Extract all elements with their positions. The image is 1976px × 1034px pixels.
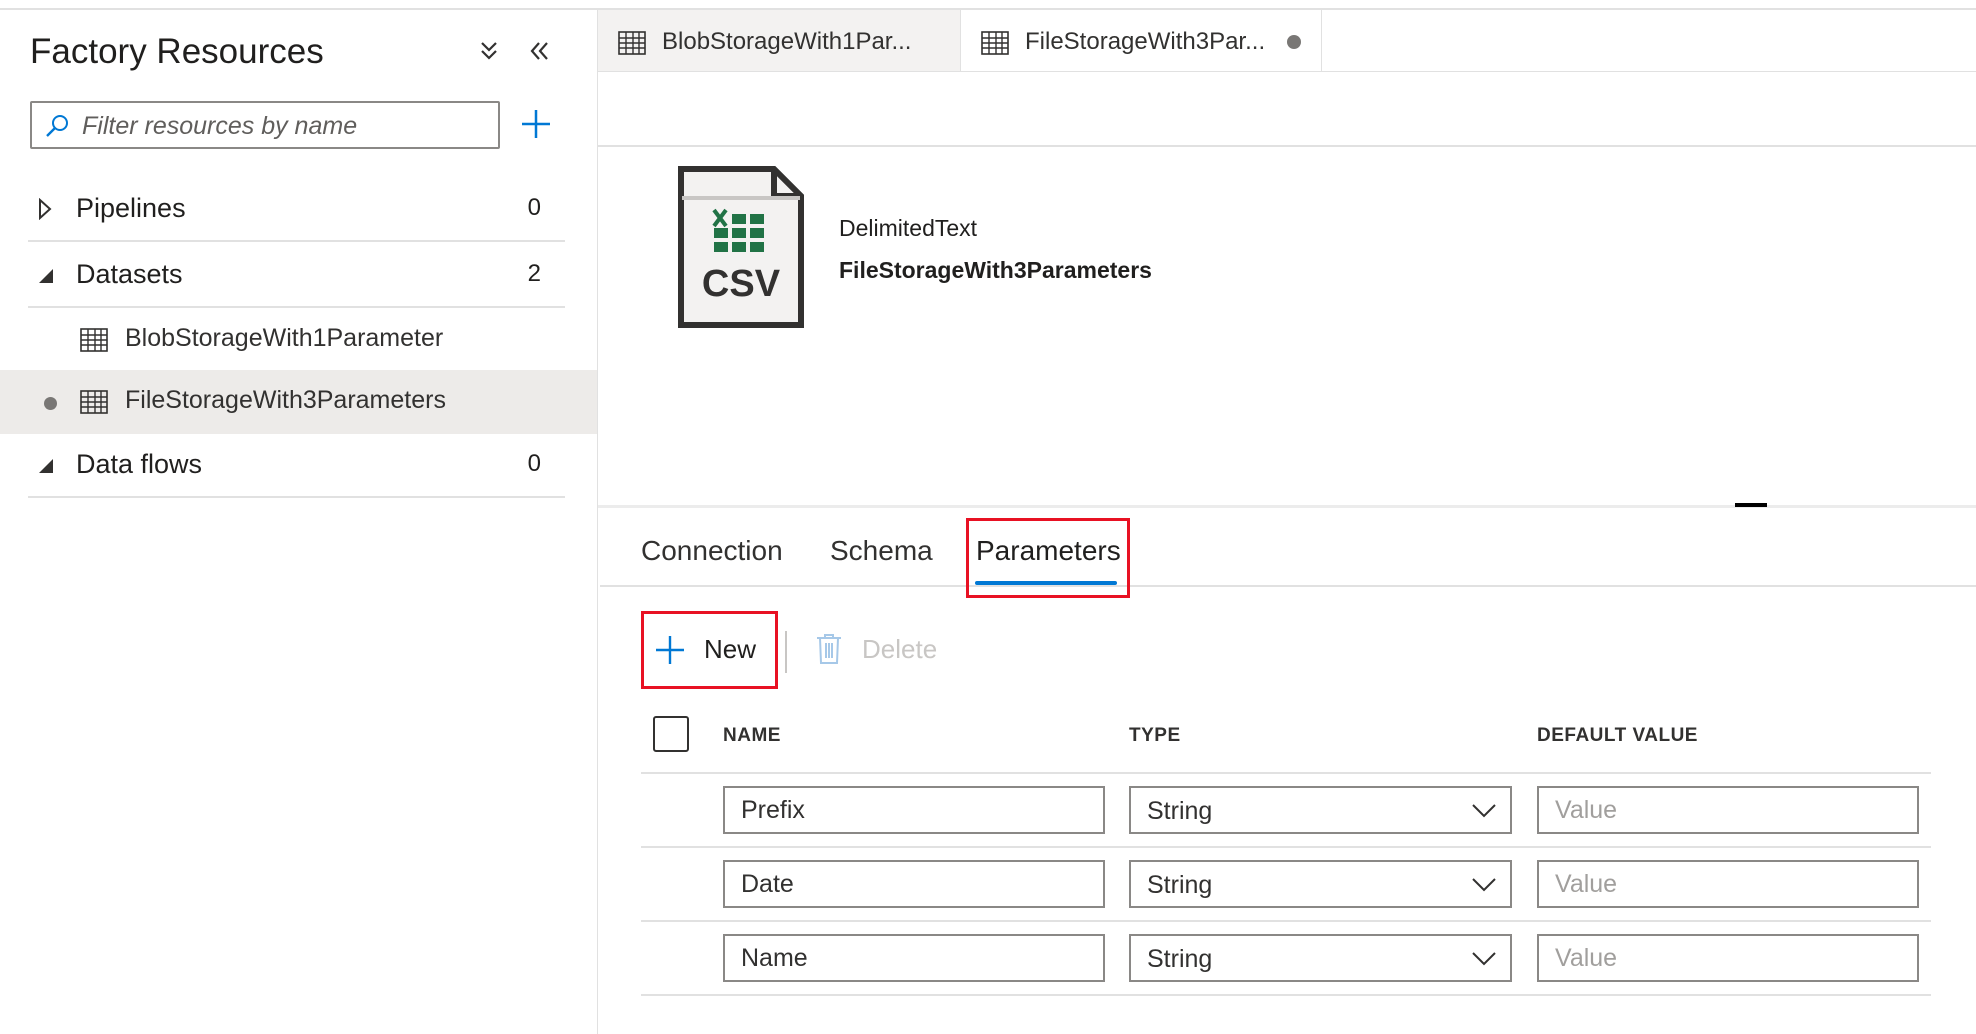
tab-parameters[interactable]: Parameters [976, 535, 1121, 567]
parameter-name-input[interactable] [723, 786, 1105, 834]
tab-label: BlobStorageWith1Par... [662, 28, 912, 55]
table-icon [80, 328, 108, 357]
tabs-divider [598, 71, 1976, 72]
delete-label: Delete [862, 634, 938, 664]
tree-group-datasets[interactable]: Datasets 2 [28, 244, 565, 308]
command-separator [785, 631, 787, 673]
search-icon [44, 113, 70, 144]
dataset-item-blob[interactable]: BlobStorageWith1Parameter [0, 308, 597, 372]
parameter-type-select[interactable]: String [1129, 786, 1512, 834]
parameter-name-input[interactable] [723, 934, 1105, 982]
row-divider [641, 772, 1931, 774]
plus-icon [655, 635, 685, 670]
table-icon [618, 31, 646, 60]
column-header-name: NAME [723, 725, 781, 746]
row-divider [641, 994, 1931, 996]
caret-down-icon [38, 458, 54, 479]
tab-blobstorage[interactable]: BlobStorageWith1Par... [598, 10, 960, 72]
parameter-default-input[interactable] [1537, 934, 1919, 982]
csv-file-icon: CSV [678, 166, 804, 333]
csv-icon-text: CSV [702, 263, 781, 305]
new-label: New [704, 634, 757, 664]
tree-group-count: 0 [527, 194, 541, 221]
unsaved-dot-icon [44, 397, 57, 410]
panel-splitter [598, 505, 1976, 508]
parameter-type-value: String [1147, 945, 1213, 973]
minimize-panel-icon[interactable] [528, 40, 550, 67]
panel-title: Factory Resources [30, 32, 324, 71]
dataset-label: BlobStorageWith1Parameter [125, 324, 444, 352]
parameter-type-select[interactable]: String [1129, 934, 1512, 982]
parameter-default-input[interactable] [1537, 786, 1919, 834]
tree-group-dataflows[interactable]: Data flows 0 [28, 434, 565, 498]
tree-group-count: 2 [527, 260, 541, 287]
tab-label: FileStorageWith3Par... [1025, 28, 1266, 55]
caret-right-icon [38, 197, 52, 225]
add-resource-icon[interactable] [520, 108, 552, 145]
dataset-name: FileStorageWith3Parameters [839, 257, 1152, 283]
new-parameter-button[interactable]: New [655, 633, 765, 669]
tab-connection[interactable]: Connection [641, 535, 783, 567]
tree-group-count: 0 [527, 450, 541, 477]
unsaved-dot-icon [1287, 35, 1301, 49]
tree-group-label: Data flows [76, 449, 203, 479]
table-icon [981, 31, 1009, 60]
parameter-type-value: String [1147, 797, 1213, 825]
parameter-type-value: String [1147, 871, 1213, 899]
chevron-down-icon [1472, 952, 1496, 971]
splitter-handle[interactable] [1735, 503, 1767, 507]
toolbar-divider [598, 145, 1976, 147]
filter-resources [30, 101, 500, 149]
select-all-checkbox[interactable] [653, 716, 689, 752]
row-divider [641, 920, 1931, 922]
parameter-default-input[interactable] [1537, 860, 1919, 908]
chevron-down-icon [1472, 878, 1496, 897]
tabs-underline [600, 585, 1976, 587]
dataset-item-file[interactable]: FileStorageWith3Parameters [0, 370, 597, 434]
table-icon [80, 390, 108, 419]
filter-input[interactable] [80, 103, 494, 149]
tree-group-label: Pipelines [76, 193, 186, 223]
column-header-type: TYPE [1129, 725, 1181, 746]
delete-parameter-button[interactable]: Delete [816, 633, 940, 669]
dataset-label: FileStorageWith3Parameters [125, 386, 446, 414]
parameter-name-input[interactable] [723, 860, 1105, 908]
parameter-type-select[interactable]: String [1129, 860, 1512, 908]
factory-resources-panel: Factory Resources Pipelines 0 Datasets 2… [0, 10, 598, 1034]
tree-group-pipelines[interactable]: Pipelines 0 [28, 178, 565, 242]
dataset-type: DelimitedText [839, 215, 978, 241]
tab-schema[interactable]: Schema [830, 535, 933, 567]
collapse-all-icon[interactable] [478, 40, 500, 67]
chevron-down-icon [1472, 804, 1496, 823]
tab-filestorage[interactable]: FileStorageWith3Par... [960, 10, 1322, 72]
row-divider [641, 846, 1931, 848]
column-header-default: DEFAULT VALUE [1537, 725, 1698, 746]
trash-icon [816, 633, 842, 670]
caret-down-icon [38, 268, 54, 289]
tree-group-label: Datasets [76, 259, 183, 289]
